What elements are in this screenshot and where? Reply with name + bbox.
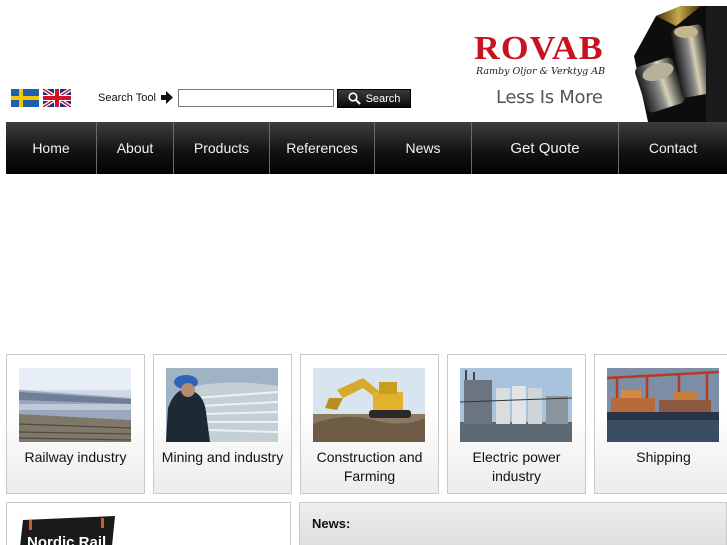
news-box: News: [299,502,727,545]
industry-card-construction[interactable]: Construction and Farming [300,354,439,494]
shipping-image [607,368,719,442]
drill-bits-image [626,6,727,122]
nav-products[interactable]: Products [174,122,270,174]
search-label: Search Tool [98,92,156,104]
arrow-right-icon [161,91,173,104]
magnifier-icon [347,92,361,105]
construction-image [313,368,425,442]
nav-news[interactable]: News [375,122,472,174]
search-input[interactable] [178,89,334,107]
industry-label: Railway industry [24,449,127,465]
rovab-logo[interactable]: ROVAB Ramby Oljor & Verktyg AB [474,32,616,82]
logo-wordmark: ROVAB [474,30,604,67]
industry-cards: Railway industry Mining and industry Con… [6,354,727,494]
partner-box: Nordic Rail [6,502,291,545]
swedish-flag-icon[interactable] [11,89,39,107]
industry-card-mining[interactable]: Mining and industry [153,354,292,494]
nav-references[interactable]: References [270,122,375,174]
tagline: Less Is More [496,87,603,108]
industry-label: Mining and industry [161,449,284,465]
main-nav: Home About Products References News Get … [6,122,727,174]
industry-label: Shipping [636,449,691,465]
logo-subtitle: Ramby Oljor & Verktyg AB [476,66,606,77]
news-title: News: [312,516,351,531]
industry-card-shipping[interactable]: Shipping [594,354,727,494]
mining-image [166,368,278,442]
railway-image [19,368,131,442]
industry-label: Electric power industry [472,449,561,484]
nav-home[interactable]: Home [6,122,97,174]
power-plant-image [460,368,572,442]
industry-card-electric-power[interactable]: Electric power industry [447,354,586,494]
nav-contact[interactable]: Contact [619,122,727,174]
nav-get-quote[interactable]: Get Quote [472,122,619,174]
industry-card-railway[interactable]: Railway industry [6,354,145,494]
language-switcher [11,89,71,107]
nordic-rail-logo[interactable]: Nordic Rail [19,516,119,545]
search-button-label: Search [365,92,401,105]
search-button[interactable]: Search [337,89,411,108]
nordic-rail-text: Nordic Rail [27,534,106,545]
uk-flag-icon[interactable] [43,89,71,107]
industry-label: Construction and Farming [316,449,423,484]
nav-about[interactable]: About [97,122,174,174]
